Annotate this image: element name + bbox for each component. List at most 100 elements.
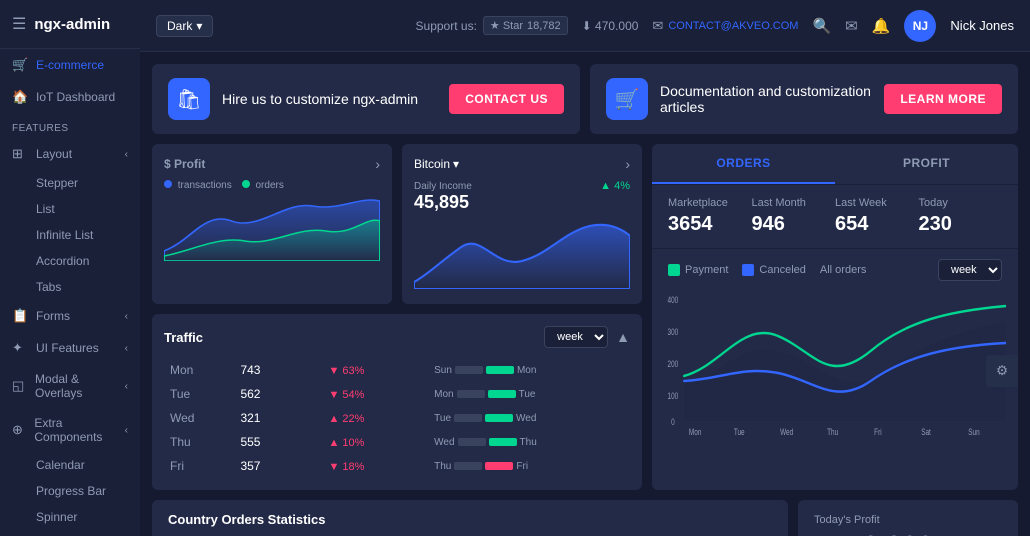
legend-canceled: Canceled: [742, 264, 805, 276]
daily-income-value: 45,895: [414, 192, 472, 213]
traffic-table: Mon 743 ▼ 63% Sun Mon: [164, 358, 630, 478]
download-section[interactable]: ⬇ 470.000: [582, 19, 639, 33]
forms-icon: 📋: [12, 308, 30, 324]
profit-card-header: $ Profit ›: [164, 156, 380, 172]
sidebar-item-tabs[interactable]: Tabs: [0, 274, 140, 300]
support-section: Support us: ★ Star 18,782: [416, 16, 568, 35]
mini-bar-sun: [454, 462, 482, 470]
profit-more-icon[interactable]: ›: [375, 156, 380, 172]
email-link[interactable]: CONTACT@AKVEO.COM: [668, 20, 798, 32]
learn-more-button[interactable]: LEARN MORE: [884, 84, 1002, 114]
theme-selector[interactable]: Dark ▾: [156, 15, 213, 37]
mini-bar-mon: [485, 462, 513, 470]
avatar[interactable]: NJ: [904, 10, 936, 42]
contact-us-button[interactable]: CONTACT US: [449, 84, 564, 114]
orders-stats: Marketplace 3654 Last Month 946 Last Wee…: [652, 185, 1018, 249]
sidebar-item-infinite-list[interactable]: Infinite List: [0, 222, 140, 248]
layout-icon: ⊞: [12, 146, 30, 162]
bitcoin-chart: [414, 219, 630, 289]
table-row: Wed 321 ▲ 22% Tue Wed: [164, 406, 630, 430]
sidebar-item-accordion[interactable]: Accordion: [0, 248, 140, 274]
svg-text:Fri: Fri: [874, 427, 882, 436]
left-panel: $ Profit › transactions order: [152, 144, 642, 490]
dropdown-arrow: ▾: [453, 157, 459, 171]
transactions-dot: [164, 180, 172, 188]
sidebar-item-stepper[interactable]: Stepper: [0, 170, 140, 196]
chevron-icon: ‹: [125, 311, 128, 322]
stat-label: Last Month: [752, 197, 836, 209]
week-select[interactable]: week: [544, 326, 608, 348]
mini-chart-cell: Thu Fri: [428, 454, 630, 478]
sidebar-item-ecommerce[interactable]: 🛒 E-commerce: [0, 49, 140, 81]
bitcoin-label: Bitcoin: [414, 157, 450, 171]
today-profit-label: Today's Profit: [814, 514, 1002, 526]
sidebar-sub-label: List: [36, 202, 55, 216]
header: Dark ▾ Support us: ★ Star 18,782 ⬇ 470.0…: [140, 0, 1030, 52]
tab-profit[interactable]: PROFIT: [835, 144, 1018, 184]
mini-bar-mon: [485, 414, 513, 422]
bell-icon[interactable]: 🔔: [872, 17, 891, 35]
features-label: FEATURES: [0, 113, 140, 138]
stat-label: Last Week: [835, 197, 919, 209]
search-icon[interactable]: 🔍: [812, 17, 831, 35]
bitcoin-more-icon[interactable]: ›: [625, 156, 630, 172]
theme-label: Dark: [167, 19, 192, 33]
sidebar-item-alert[interactable]: Alert: [0, 530, 140, 536]
stat-label: Today: [919, 197, 1003, 209]
legend-payment: Payment: [668, 264, 728, 276]
iot-icon: 🏠: [12, 89, 30, 105]
sidebar-item-iot[interactable]: 🏠 IoT Dashboard: [0, 81, 140, 113]
menu-icon[interactable]: ☰: [12, 14, 26, 34]
mini-bar-sun: [457, 390, 485, 398]
pct-cell: ▼ 18%: [322, 454, 428, 478]
sidebar-item-forms[interactable]: 📋 Forms ‹: [0, 300, 140, 332]
sidebar-item-calendar[interactable]: Calendar: [0, 452, 140, 478]
sidebar-item-spinner[interactable]: Spinner: [0, 504, 140, 530]
chevron-icon: ‹: [125, 149, 128, 160]
sidebar-item-label: Modal & Overlays: [35, 372, 125, 400]
line-chart-area: 400 300 200 100 0 Mon: [652, 291, 1018, 490]
sidebar-item-extra[interactable]: ⊕ Extra Components ‹: [0, 408, 140, 452]
bitcoin-income: Daily Income 45,895 ▲ 4%: [414, 180, 630, 213]
sidebar-item-layout[interactable]: ⊞ Layout ‹: [0, 138, 140, 170]
daily-income-label: Daily Income: [414, 181, 472, 192]
country-stats-card: Country Orders Statistics Selected Count…: [152, 500, 788, 536]
mini-chart-cell: Mon Tue: [428, 382, 630, 406]
sidebar-item-list[interactable]: List: [0, 196, 140, 222]
bitcoin-dropdown[interactable]: Bitcoin ▾: [414, 157, 459, 171]
mini-bar-mon: [486, 366, 514, 374]
content: 🛍 Hire us to customize ngx-admin CONTACT…: [140, 52, 1030, 536]
tab-orders[interactable]: ORDERS: [652, 144, 835, 184]
ui-icon: ✦: [12, 340, 30, 356]
svg-text:Mon: Mon: [689, 427, 701, 436]
sidebar-item-label: E-commerce: [36, 58, 104, 72]
bitcoin-card-header: Bitcoin ▾ ›: [414, 156, 630, 172]
username[interactable]: Nick Jones: [950, 18, 1014, 33]
legend-all-label: All orders: [820, 264, 866, 276]
chevron-icon: ‹: [125, 425, 128, 436]
traffic-title: Traffic: [164, 330, 203, 345]
sidebar-item-modal[interactable]: ◱ Modal & Overlays ‹: [0, 364, 140, 408]
pct-value: ▼ 18%: [328, 461, 364, 473]
toggle-icon[interactable]: ▲: [616, 329, 630, 345]
day-cell: Tue: [164, 382, 234, 406]
pct-cell: ▲ 22%: [322, 406, 428, 430]
orders-tabs: ORDERS PROFIT: [652, 144, 1018, 185]
sidebar-sub-label: Tabs: [36, 280, 61, 294]
theme-arrow: ▾: [196, 19, 202, 33]
day-cell: Fri: [164, 454, 234, 478]
sidebar-item-ui-features[interactable]: ✦ UI Features ‹: [0, 332, 140, 364]
app-logo: ngx-admin: [34, 16, 110, 33]
table-row: Thu 555 ▲ 10% Wed Thu: [164, 430, 630, 454]
profit-chart: [164, 191, 380, 261]
svg-text:0: 0: [671, 417, 675, 427]
star-badge[interactable]: ★ Star 18,782: [483, 16, 568, 35]
stat-label: Marketplace: [668, 197, 752, 209]
sidebar-item-progress-bar[interactable]: Progress Bar: [0, 478, 140, 504]
banner-docs: 🛒 Documentation and customization articl…: [590, 64, 1018, 134]
chart-week-select[interactable]: week: [938, 259, 1002, 281]
traffic-header: Traffic week ▲: [164, 326, 630, 348]
mail-icon[interactable]: ✉: [845, 17, 858, 35]
settings-button[interactable]: ⚙: [986, 355, 1018, 387]
payment-color: [668, 264, 680, 276]
